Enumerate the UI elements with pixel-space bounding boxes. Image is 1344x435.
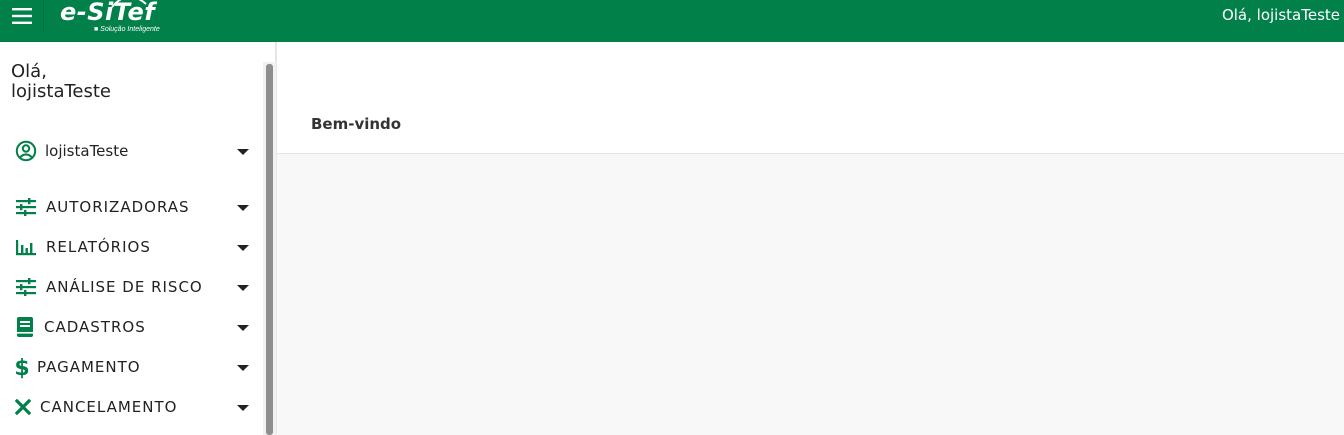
sidebar-greeting-username: lojistaTeste — [11, 81, 112, 102]
dollar-icon: $ — [10, 355, 34, 379]
sidebar-item-cadastros[interactable]: CADASTROS — [0, 310, 262, 344]
hamburger-menu-button[interactable] — [0, 0, 44, 32]
page-header: Bem-vindo — [277, 42, 1344, 154]
sidebar-item-analise-de-risco[interactable]: ANÁLISE DE RISCO — [0, 270, 262, 304]
sidebar-item-autorizadoras[interactable]: AUTORIZADORAS — [0, 190, 262, 224]
logo-tagline: ■ Solução Inteligente — [94, 26, 160, 33]
sidebar-greeting-line1: Olá, — [11, 61, 47, 82]
sidebar-item-label: ANÁLISE DE RISCO — [46, 278, 203, 296]
account-circle-icon — [14, 139, 38, 163]
logo-text: e-SiTef — [60, 0, 156, 26]
chevron-down-icon — [237, 285, 249, 291]
tune-icon — [14, 275, 38, 299]
sidebar-item-user[interactable]: lojistaTeste — [0, 134, 262, 168]
sidebar-item-label: PAGAMENTO — [37, 358, 141, 376]
sidebar-item-label: CANCELAMENTO — [40, 398, 178, 416]
chevron-down-icon — [237, 245, 249, 251]
sidebar-greeting: Olá, lojistaTeste — [11, 62, 111, 102]
main-content: Bem-vindo — [277, 42, 1344, 435]
bar-chart-icon — [14, 235, 38, 259]
chevron-down-icon — [237, 365, 249, 371]
book-icon — [13, 315, 37, 339]
sidebar-item-pagamento[interactable]: $ PAGAMENTO — [0, 350, 262, 384]
chevron-down-icon — [237, 325, 249, 331]
sidebar-item-label: AUTORIZADORAS — [46, 198, 190, 216]
sidebar-item-relatorios[interactable]: RELATÓRIOS — [0, 230, 262, 264]
sidebar-item-user-label: lojistaTeste — [45, 142, 129, 160]
sidebar-item-cancelamento[interactable]: CANCELAMENTO — [0, 390, 262, 424]
chevron-down-icon — [237, 205, 249, 211]
page-title: Bem-vindo — [311, 115, 402, 133]
chevron-down-icon — [237, 149, 249, 155]
top-app-bar: e-SiTef ■ Solução Inteligente Olá, lojis… — [0, 0, 1344, 42]
close-icon — [11, 395, 35, 419]
user-greeting: Olá, lojistaTeste — [1221, 6, 1340, 24]
menu-icon — [11, 8, 32, 24]
e-sitef-logo[interactable]: e-SiTef ■ Solução Inteligente — [60, 0, 170, 34]
svg-text:$: $ — [14, 356, 29, 379]
sidebar-item-label: CADASTROS — [44, 318, 146, 336]
sidebar-item-label: RELATÓRIOS — [46, 238, 151, 256]
chevron-down-icon — [237, 405, 249, 411]
tune-icon — [14, 195, 38, 219]
sidebar: Olá, lojistaTeste lojistaTeste AUTORIZAD… — [0, 42, 276, 435]
sidebar-scrollbar-thumb[interactable] — [266, 64, 273, 435]
